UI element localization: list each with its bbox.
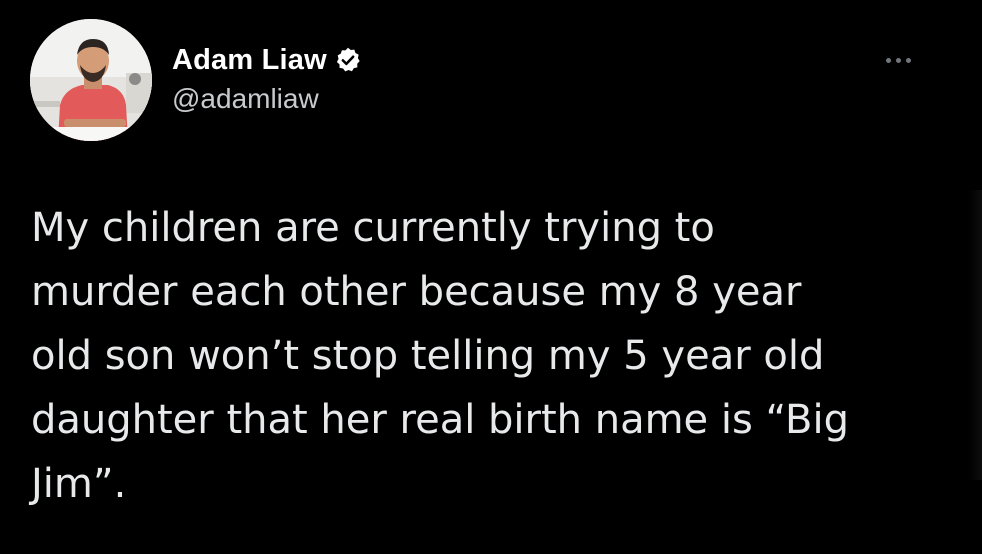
tweet-body-text: My children are currently trying to murd…: [31, 205, 849, 507]
author-name-row: Adam Liaw: [172, 42, 362, 78]
author-display-name[interactable]: Adam Liaw: [172, 44, 327, 77]
more-dot: [895, 57, 901, 63]
more-options-icon[interactable]: [872, 48, 924, 72]
tweet-card: Adam Liaw @adamliaw My children are curr…: [0, 0, 982, 554]
avatar-photo-icon: [30, 19, 152, 141]
author-handle[interactable]: @adamliaw: [172, 83, 319, 115]
verified-badge-icon: [334, 46, 362, 74]
scroll-edge: [968, 190, 982, 480]
author-avatar[interactable]: [30, 19, 152, 141]
more-dot: [905, 57, 911, 63]
more-dot: [885, 57, 891, 63]
